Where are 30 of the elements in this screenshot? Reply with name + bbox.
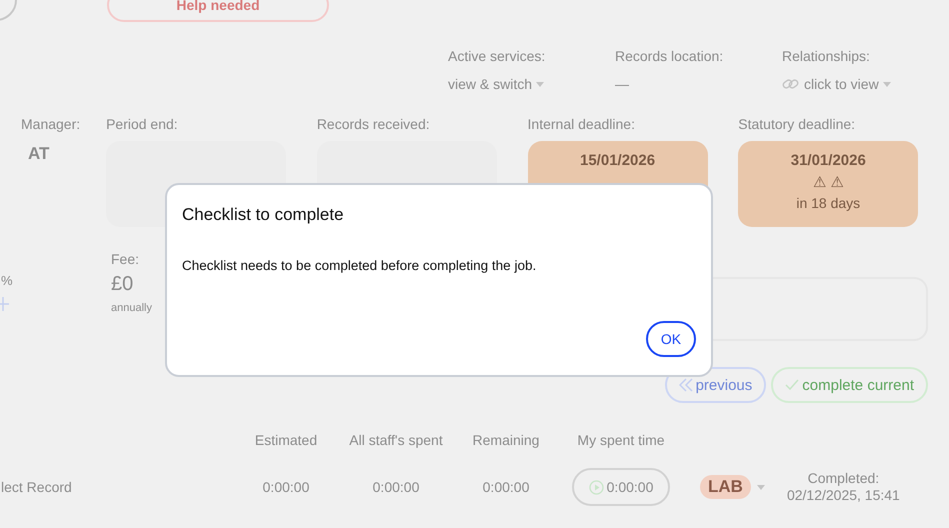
completed-date: 02/12/2025, 15:41 [786,487,900,504]
task-name: lect Record [1,479,73,495]
info-value: — [615,76,629,92]
table-cell-text: 0:00:00 [482,479,530,495]
dialog-title: Checklist to complete [182,205,345,225]
table-cell-text: 0:00:00 [372,479,420,495]
deadline-date: 15/01/2026 [580,152,656,169]
date-label: Internal deadline: [528,116,635,132]
status-label: Completed: [808,470,880,487]
date-label: Period end: [106,116,178,132]
manager-initials: AT [27,144,50,164]
info-label: Records location: [615,48,724,64]
fee-period: annually [111,302,152,314]
table-cell-text: 0:00:00 [262,479,310,495]
column-header: All staff's spent [348,432,444,448]
column-header: Estimated [254,432,318,448]
column-header: My spent time [576,432,666,448]
manager-label: Manager: [21,116,80,132]
date-label: Records received: [316,116,430,132]
deadline-countdown: in 18 days [796,195,860,211]
warning-icon: ⚠ ⚠ [813,173,844,191]
deadline-date: 31/01/2026 [790,152,866,169]
info-label: Relationships: [782,48,870,64]
percent-value: % [1,273,13,288]
date-label: Statutory deadline: [738,116,856,132]
dialog-message: Checklist needs to be completed before completing the job. [182,258,538,273]
column-header: Remaining [472,432,540,448]
fee-amount: £0 [111,273,134,296]
fee-label: Fee: [111,251,140,267]
info-label: Active services: [448,48,546,64]
